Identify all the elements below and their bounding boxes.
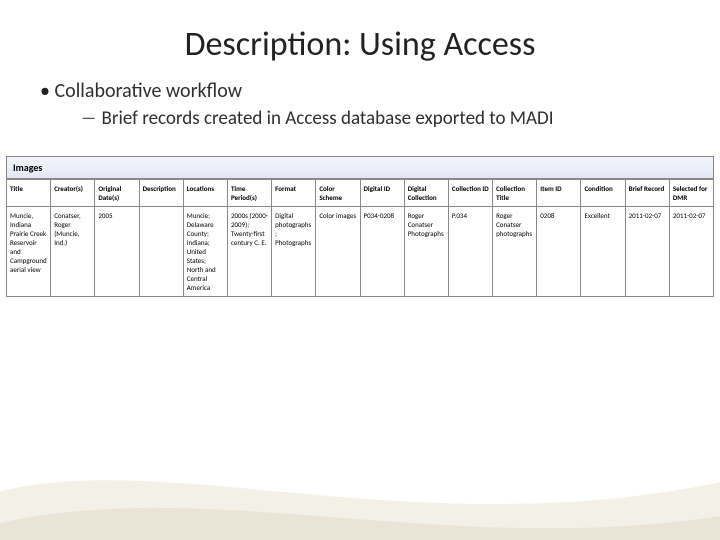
col-title: Title — [7, 180, 51, 207]
col-format: Format — [272, 180, 316, 207]
cell-collection-id: P.034 — [448, 207, 492, 297]
cell-digital-id: P034-0208 — [360, 207, 404, 297]
table-header-row: Title Creator(s) Original Date(s) Descri… — [7, 180, 714, 207]
cell-creators: Conatser, Roger (Muncie, Ind.) — [51, 207, 95, 297]
cell-time-periods: 2000s (2000-2009); Twenty-first century … — [227, 207, 271, 297]
bullet-sub: Brief records created in Access database… — [102, 107, 554, 130]
cell-condition: Excellent — [581, 207, 625, 297]
col-digital-id: Digital ID — [360, 180, 404, 207]
col-selected-dmr: Selected for DMR — [669, 180, 713, 207]
cell-color-scheme: Color images — [316, 207, 360, 297]
cell-collection-title: Roger Conatser photographs — [493, 207, 537, 297]
col-collection-id: Collection ID — [448, 180, 492, 207]
col-original-dates: Original Date(s) — [95, 180, 139, 207]
cell-format: Digital photographs; Photographs — [272, 207, 316, 297]
images-table-section: Images Title Creator(s) Original Date(s)… — [6, 156, 714, 297]
cell-digital-collection: Roger Conatser Photographs — [404, 207, 448, 297]
col-time-periods: Time Period(s) — [227, 180, 271, 207]
col-item-id: Item ID — [537, 180, 581, 207]
cell-description — [139, 207, 183, 297]
col-condition: Condition — [581, 180, 625, 207]
cell-selected-dmr: 2011-02-07 — [669, 207, 713, 297]
cell-brief-record: 2011-02-07 — [625, 207, 669, 297]
col-description: Description — [139, 180, 183, 207]
table-section-label: Images — [6, 156, 714, 179]
cell-title: Muncie, Indiana Prairie Creek Reservoir … — [7, 207, 51, 297]
table-row: Muncie, Indiana Prairie Creek Reservoir … — [7, 207, 714, 297]
col-locations: Locations — [183, 180, 227, 207]
bullet-list: Collaborative workflow Brief records cre… — [40, 79, 720, 130]
col-brief-record: Brief Record — [625, 180, 669, 207]
col-creators: Creator(s) — [51, 180, 95, 207]
col-color-scheme: Color Scheme — [316, 180, 360, 207]
bullet-main: Collaborative workflow — [54, 79, 242, 103]
cell-locations: Muncie; Delaware County; Indiana; United… — [183, 207, 227, 297]
cell-original-dates: 2005 — [95, 207, 139, 297]
col-collection-title: Collection Title — [493, 180, 537, 207]
background-swoosh — [0, 384, 720, 540]
cell-item-id: 0208 — [537, 207, 581, 297]
records-table: Title Creator(s) Original Date(s) Descri… — [6, 179, 714, 297]
slide-title: Description: Using Access — [0, 24, 720, 65]
col-digital-collection: Digital Collection — [404, 180, 448, 207]
